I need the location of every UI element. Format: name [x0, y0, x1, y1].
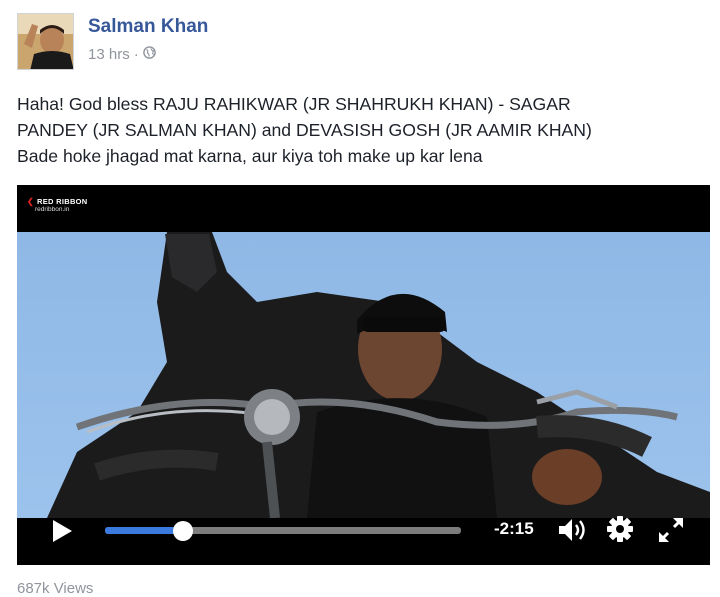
- video-frame: [17, 232, 710, 518]
- author-name[interactable]: Salman Khan: [88, 16, 208, 38]
- video-controls: -2:15: [17, 507, 710, 547]
- watermark-url: redribbon.in: [35, 206, 70, 213]
- globe-icon[interactable]: [142, 46, 156, 63]
- meta-separator: ·: [133, 46, 139, 63]
- post-text: Haha! God bless RAJU RAHIKWAR (JR SHAHRU…: [17, 91, 707, 169]
- time-remaining: -2:15: [494, 519, 534, 538]
- view-count: 687k Views: [17, 580, 94, 597]
- post-text-line: Bade hoke jhagad mat karna, aur kiya toh…: [17, 146, 483, 166]
- volume-icon[interactable]: [557, 516, 591, 549]
- gear-icon[interactable]: [606, 515, 634, 548]
- post-meta: 13 hrs ·: [88, 46, 156, 63]
- video-watermark: ❮ RED RIBBON redribbon.in: [27, 197, 88, 213]
- progress-knob[interactable]: [173, 521, 194, 541]
- ribbon-icon: ❮: [27, 197, 35, 206]
- progress-fill: [105, 527, 184, 534]
- fullscreen-icon[interactable]: [656, 515, 686, 550]
- progress-bar[interactable]: [105, 521, 461, 541]
- post-text-line: Haha! God bless RAJU RAHIKWAR (JR SHAHRU…: [17, 94, 571, 114]
- watermark-name: RED RIBBON: [37, 197, 88, 206]
- play-icon[interactable]: [51, 519, 73, 548]
- author-avatar[interactable]: [17, 13, 74, 70]
- post-text-line: PANDEY (JR SALMAN KHAN) and DEVASISH GOS…: [17, 120, 592, 140]
- post-time[interactable]: 13 hrs: [88, 46, 130, 63]
- video-player[interactable]: ❮ RED RIBBON redribbon.in -2:15: [17, 185, 710, 565]
